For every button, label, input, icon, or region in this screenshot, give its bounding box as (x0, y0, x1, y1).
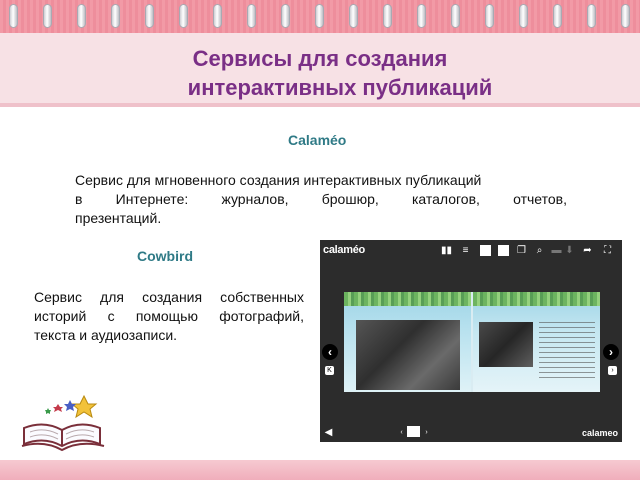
spiral-ring (553, 4, 562, 28)
slide-title-line2: интерактивных публикаций (187, 75, 493, 100)
spiral-ring (247, 4, 256, 28)
spiral-ring (77, 4, 86, 28)
viewer-logo-small: calameo (581, 428, 618, 438)
page-decoration (344, 292, 471, 306)
card-icon[interactable] (498, 245, 509, 256)
spiral-ring (485, 4, 494, 28)
calameo-heading: Calaméo (288, 132, 347, 148)
download-icon[interactable]: ⬇ (564, 245, 575, 256)
viewer-logo: calaméo (323, 244, 365, 256)
print-icon[interactable]: ▬ (551, 245, 562, 256)
spiral-ring (621, 4, 630, 28)
notebook-top-band (0, 0, 640, 33)
page-text (539, 322, 595, 382)
cowbird-heading: Cowbird (137, 248, 193, 264)
page-right[interactable] (473, 292, 600, 392)
share-icon[interactable]: ➦ (582, 245, 593, 256)
spiral-ring (315, 4, 324, 28)
zoom-icon[interactable]: ⌕ (534, 245, 545, 256)
next-icon[interactable]: › (603, 344, 619, 360)
cowbird-description-line3: текста и аудиозаписи. (34, 327, 178, 343)
cowbird-description: Сервис для создания собственных историй … (34, 288, 304, 345)
last-page-icon[interactable]: › (608, 366, 617, 375)
calameo-description-line1: Сервис для мгновенного создания интеракт… (75, 172, 482, 188)
page-next-small-icon[interactable]: › (422, 428, 431, 437)
calameo-description-line2: в Интернете: журналов, брошюр, каталогов… (75, 191, 567, 207)
notebook-bottom-band (0, 460, 640, 480)
page-prev-small-icon[interactable]: ‹ (397, 428, 406, 437)
page-photo (356, 320, 460, 390)
sound-icon[interactable]: ◀ (323, 427, 334, 438)
calameo-viewer[interactable]: calaméo ▮▮ ≡ ❐ ⌕ ▬ ⬇ ➦ ⛶ ‹ › K › ◀ ‹ › c… (320, 240, 622, 442)
fullscreen-icon[interactable]: ⛶ (602, 245, 613, 256)
book-icon[interactable]: ▮▮ (441, 245, 452, 256)
slide-title: Сервисы для создания интерактивных публи… (0, 44, 640, 102)
slide-title-line1: Сервисы для создания (192, 46, 448, 71)
document-icon[interactable]: ❐ (516, 245, 527, 256)
spiral-ring (179, 4, 188, 28)
page-left[interactable] (344, 292, 471, 392)
spiral-ring (213, 4, 222, 28)
page-photo (479, 322, 533, 367)
calameo-description: Сервис для мгновенного создания интеракт… (75, 171, 567, 228)
spiral-ring (587, 4, 596, 28)
spiral-ring (451, 4, 460, 28)
calameo-description-line3: презентаций. (75, 210, 162, 226)
title-divider (0, 103, 640, 107)
spiral-ring (519, 4, 528, 28)
folder-icon[interactable] (480, 245, 491, 256)
spiral-ring (9, 4, 18, 28)
spiral-ring (417, 4, 426, 28)
cowbird-description-line2: историй с помощью фотографий, (34, 308, 304, 324)
pages-book-icon[interactable] (407, 426, 420, 437)
first-page-icon[interactable]: K (325, 366, 334, 375)
flipbook-spread[interactable] (344, 292, 600, 392)
spiral-ring (281, 4, 290, 28)
cowbird-description-line1: Сервис для создания собственных (34, 289, 304, 305)
spiral-ring (111, 4, 120, 28)
spiral-ring (43, 4, 52, 28)
list-icon[interactable]: ≡ (460, 245, 471, 256)
spiral-ring (383, 4, 392, 28)
page-decoration (473, 292, 600, 306)
spiral-ring (145, 4, 154, 28)
prev-icon[interactable]: ‹ (322, 344, 338, 360)
open-book-stars-icon (21, 394, 105, 452)
spiral-ring (349, 4, 358, 28)
